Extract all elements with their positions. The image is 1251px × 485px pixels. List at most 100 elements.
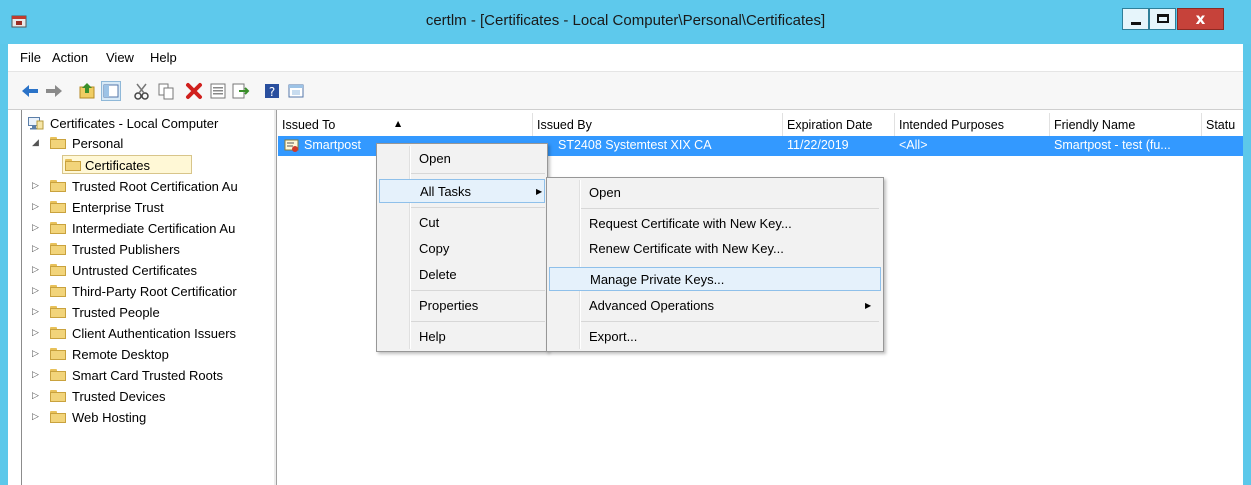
close-icon: x: [1195, 10, 1206, 28]
submenu-renew-new-key[interactable]: Renew Certificate with New Key...: [549, 237, 881, 261]
mmc-window: certlm - [Certificates - Local Computer\…: [0, 0, 1251, 485]
expand-arrow-icon[interactable]: ▷: [32, 408, 42, 427]
tree-node-label: Intermediate Certification Au: [72, 221, 236, 236]
folder-icon: [50, 180, 66, 192]
submenu-export[interactable]: Export...: [549, 325, 881, 349]
menu-separator: [411, 207, 545, 208]
column-friendly-name[interactable]: Friendly Name: [1050, 113, 1202, 137]
context-menu-open[interactable]: Open: [379, 147, 545, 171]
context-menu-copy[interactable]: Copy: [379, 237, 545, 261]
column-intended-purposes[interactable]: Intended Purposes: [895, 113, 1050, 137]
tree-node-label: Untrusted Certificates: [72, 263, 197, 278]
forward-arrow-icon[interactable]: [44, 81, 64, 101]
close-button[interactable]: x: [1177, 8, 1224, 30]
show-hide-tree-icon[interactable]: [101, 81, 121, 101]
folder-icon: [50, 327, 66, 339]
context-menu-cut[interactable]: Cut: [379, 211, 545, 235]
console-view-icon[interactable]: [286, 81, 306, 101]
expand-arrow-icon[interactable]: ▷: [32, 177, 42, 196]
menu-file[interactable]: File: [20, 50, 41, 65]
delete-icon[interactable]: [184, 81, 204, 101]
tree-node-trusted-people[interactable]: ▷ Trusted People: [26, 303, 275, 322]
tree-node-personal[interactable]: ◢ Personal: [26, 134, 271, 153]
tree-node-client-auth-issuers[interactable]: ▷ Client Authentication Issuers: [26, 324, 275, 343]
context-menu-delete[interactable]: Delete: [379, 263, 545, 287]
column-label: Intended Purposes: [899, 118, 1004, 132]
cell-issued-to: Smartpost: [304, 138, 361, 152]
svg-text:?: ?: [269, 85, 275, 99]
expand-arrow-icon[interactable]: ▷: [32, 345, 42, 364]
tree-node-trusted-root[interactable]: ▷ Trusted Root Certification Au: [26, 177, 275, 196]
tree-node-label: Enterprise Trust: [72, 200, 164, 215]
menu-help[interactable]: Help: [150, 50, 177, 65]
context-menu-help[interactable]: Help: [379, 325, 545, 349]
column-expiration-date[interactable]: Expiration Date: [783, 113, 895, 137]
cell-friendly-name: Smartpost - test (fu...: [1054, 138, 1171, 152]
expand-arrow-icon[interactable]: ▷: [32, 324, 42, 343]
collapse-arrow-icon[interactable]: ◢: [32, 134, 42, 153]
export-list-icon[interactable]: [230, 81, 250, 101]
tree-node-intermediate[interactable]: ▷ Intermediate Certification Au: [26, 219, 275, 238]
certificate-store-icon: [28, 117, 44, 130]
window-title: certlm - [Certificates - Local Computer\…: [425, 12, 826, 29]
tree-node-trusted-publishers[interactable]: ▷ Trusted Publishers: [26, 240, 275, 259]
certificate-icon: [284, 138, 300, 154]
title-bar[interactable]: certlm - [Certificates - Local Computer\…: [0, 0, 1251, 44]
tree-node-trusted-devices[interactable]: ▷ Trusted Devices: [26, 387, 275, 406]
tree-node-web-hosting[interactable]: ▷ Web Hosting: [26, 408, 275, 427]
tree-node-label: Trusted Devices: [72, 389, 166, 404]
up-folder-icon[interactable]: [78, 81, 98, 101]
console-tree[interactable]: Certificates - Local Computer ◢ Personal…: [21, 110, 276, 485]
expand-arrow-icon[interactable]: ▷: [32, 366, 42, 385]
tree-node-root[interactable]: Certificates - Local Computer: [26, 114, 271, 133]
tree-node-third-party-root[interactable]: ▷ Third-Party Root Certificatior: [26, 282, 275, 301]
expand-arrow-icon[interactable]: ▷: [32, 198, 42, 217]
expand-arrow-icon[interactable]: ▷: [32, 240, 42, 259]
tree-node-untrusted[interactable]: ▷ Untrusted Certificates: [26, 261, 275, 280]
column-issued-by[interactable]: Issued By: [533, 113, 783, 137]
tree-node-remote-desktop[interactable]: ▷ Remote Desktop: [26, 345, 275, 364]
column-label: Issued By: [537, 118, 592, 132]
column-issued-to[interactable]: Issued To ▲: [278, 113, 533, 137]
expand-arrow-icon[interactable]: ▷: [32, 387, 42, 406]
context-menu-properties[interactable]: Properties: [379, 294, 545, 318]
menu-action[interactable]: Action: [52, 50, 88, 65]
tree-node-smart-card-roots[interactable]: ▷ Smart Card Trusted Roots: [26, 366, 275, 385]
minimize-button[interactable]: [1122, 8, 1149, 30]
properties-icon[interactable]: [208, 81, 228, 101]
folder-icon: [50, 201, 66, 213]
tree-node-certificates[interactable]: Certificates: [62, 155, 192, 174]
tree-node-enterprise-trust[interactable]: ▷ Enterprise Trust: [26, 198, 275, 217]
cut-icon[interactable]: [132, 81, 152, 101]
tree-node-label: Trusted Root Certification Au: [72, 179, 238, 194]
cell-expiration-date: 11/22/2019: [787, 138, 849, 152]
tree-node-label: Client Authentication Issuers: [72, 326, 237, 341]
submenu-request-new-key[interactable]: Request Certificate with New Key...: [549, 212, 881, 236]
minimize-icon: [1131, 22, 1141, 25]
help-icon[interactable]: ?: [262, 81, 282, 101]
expand-arrow-icon[interactable]: ▷: [32, 219, 42, 238]
folder-icon: [50, 369, 66, 381]
toolbar: ?: [8, 72, 1243, 110]
cell-issued-by: ST2408 Systemtest XIX CA: [558, 138, 712, 152]
expand-arrow-icon[interactable]: ▷: [32, 282, 42, 301]
column-status[interactable]: Statu: [1202, 113, 1243, 137]
expand-arrow-icon[interactable]: ▷: [32, 261, 42, 280]
maximize-button[interactable]: [1149, 8, 1176, 30]
column-label: Issued To: [282, 118, 336, 132]
cell-intended-purposes: <All>: [899, 138, 928, 152]
tree-node-label: Third-Party Root Certificatior: [72, 284, 237, 299]
submenu-manage-private-keys[interactable]: Manage Private Keys...: [549, 267, 881, 291]
submenu-open[interactable]: Open: [549, 181, 881, 205]
all-tasks-submenu: Open Request Certificate with New Key...…: [546, 177, 884, 352]
back-arrow-icon[interactable]: [20, 81, 40, 101]
submenu-advanced-operations[interactable]: Advanced Operations ▶: [549, 294, 881, 318]
folder-icon: [65, 159, 81, 171]
menu-view[interactable]: View: [106, 50, 134, 65]
context-menu-all-tasks[interactable]: All Tasks ▶: [379, 179, 545, 203]
pane-splitter[interactable]: [274, 110, 277, 485]
copy-icon[interactable]: [156, 81, 176, 101]
expand-arrow-icon[interactable]: ▷: [32, 303, 42, 322]
folder-icon: [50, 222, 66, 234]
folder-icon: [50, 243, 66, 255]
